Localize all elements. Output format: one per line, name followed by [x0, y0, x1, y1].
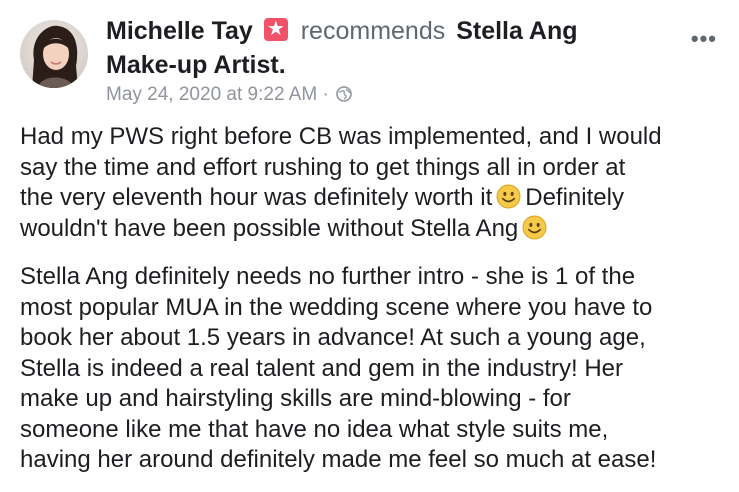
text-line: Had my PWS right before CB was implement… — [20, 123, 662, 150]
avatar-image — [20, 20, 88, 88]
meta-separator: · — [322, 84, 329, 105]
text-line: wouldn't have been possible without Stel… — [20, 214, 725, 245]
smile-emoji-icon — [496, 184, 521, 209]
text-line: Stella is indeed a real talent and gem i… — [20, 354, 624, 382]
post-paragraph-1: Had my PWS right before CB was implement… — [20, 122, 725, 244]
text-segment: Definitely — [525, 184, 624, 211]
text-segment: the very eleventh hour was definitely wo… — [20, 184, 493, 211]
text-line: book her about 1.5 years in advance! At … — [20, 324, 646, 351]
text-line: make up and hairstyling skills are mind-… — [20, 385, 571, 412]
timestamp[interactable]: May 24, 2020 at 9:22 AM — [106, 84, 317, 105]
star-icon: ★ — [263, 18, 288, 41]
page-name-link-cont[interactable]: Make-up Artist. — [106, 48, 286, 82]
author-avatar[interactable] — [20, 20, 88, 88]
text-line: Stella Ang definitely needs no further i… — [20, 263, 636, 290]
action-text: recommends — [300, 17, 446, 45]
smile-emoji-icon — [522, 215, 547, 239]
text-line: the very eleventh hour was definitely wo… — [20, 183, 725, 214]
text-line: having her around definitely made me fee… — [20, 446, 657, 473]
text-segment: wouldn't have been possible without Stel… — [20, 214, 519, 242]
recommendation-post: Michelle Tay ★ recommends Stella Ang Mak… — [0, 0, 739, 492]
text-line: someone like me that have no idea what s… — [20, 415, 609, 443]
text-line: say the time and effort rushing to get t… — [20, 153, 626, 181]
page-name-link[interactable]: Stella Ang — [456, 17, 577, 45]
author-name[interactable]: Michelle Tay — [106, 17, 253, 45]
post-paragraph-2: Stella Ang definitely needs no further i… — [20, 262, 725, 476]
more-options-icon[interactable]: ••• — [691, 26, 717, 52]
post-header: Michelle Tay ★ recommends Stella Ang — [106, 14, 646, 48]
globe-icon[interactable] — [336, 86, 352, 102]
post-meta: May 24, 2020 at 9:22 AM · — [106, 82, 352, 108]
text-line: most popular MUA in the wedding scene wh… — [20, 293, 653, 321]
